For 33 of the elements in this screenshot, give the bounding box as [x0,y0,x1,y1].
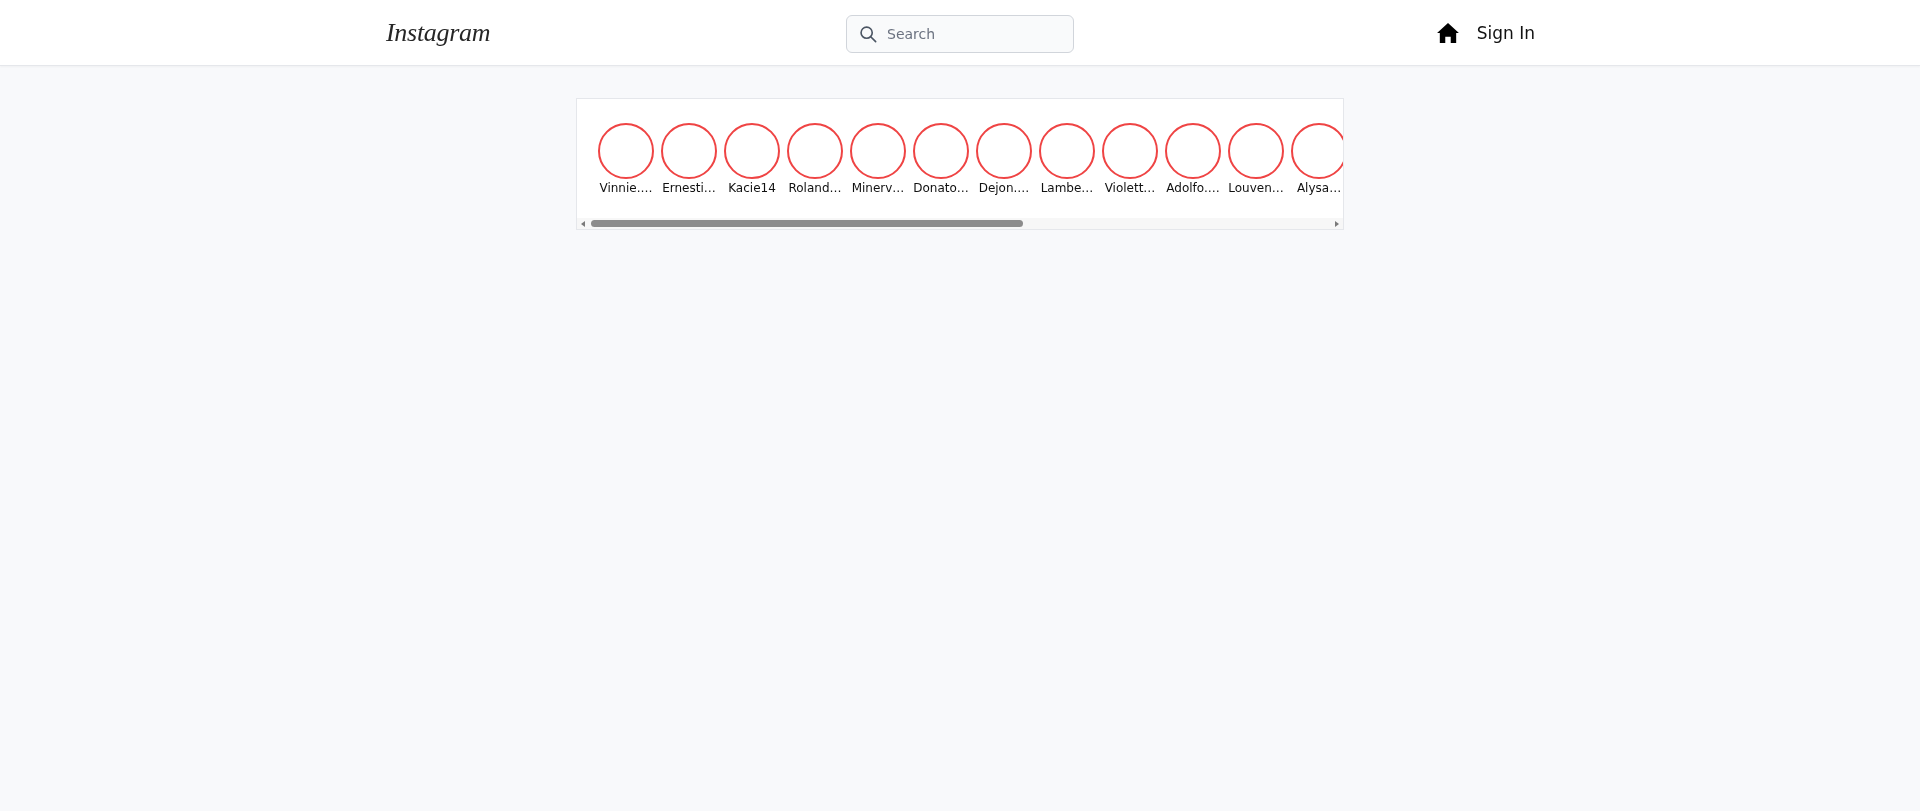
avatar-icon[interactable] [1165,123,1221,179]
username-label: Donato… [913,180,969,196]
username-label: Vinnie.… [599,180,653,196]
avatar-icon[interactable] [1102,123,1158,179]
search-field[interactable]: Search [846,14,1074,53]
scroll-left-icon[interactable] [581,220,585,227]
username-label: Roland… [788,180,842,196]
avatar-icon[interactable] [724,123,780,179]
sign-in-link[interactable]: Sign In [1476,22,1535,43]
scrollbar-track[interactable] [577,218,1343,229]
avatar-icon[interactable] [976,123,1032,179]
avatar-icon[interactable] [1228,123,1284,179]
avatar-icon[interactable] [1291,123,1343,179]
username-label: Adolfo.… [1166,180,1220,196]
username-label: Dejon.… [978,180,1030,196]
avatar-icon[interactable] [850,123,906,179]
username-label: Ernesti… [662,180,716,196]
username-label: Louven… [1228,180,1284,196]
avatar-icon[interactable] [1039,123,1095,179]
username-label: Violett… [1104,180,1156,196]
scrollbar-thumb[interactable] [591,220,1023,227]
logo[interactable]: Instagram [386,19,491,46]
scroll-right-icon[interactable] [1335,220,1339,227]
home-icon[interactable] [1436,22,1459,43]
username-label: Minerv… [851,180,905,196]
avatar-icon[interactable] [913,123,969,179]
username-label: Lambe… [1040,180,1094,196]
username-label: Alysa… [1296,180,1342,196]
avatar-icon[interactable] [661,123,717,179]
search-icon [859,24,877,43]
username-label: Kacie14 [728,180,776,196]
avatar-icon[interactable] [787,123,843,179]
avatar-icon[interactable] [598,123,654,179]
